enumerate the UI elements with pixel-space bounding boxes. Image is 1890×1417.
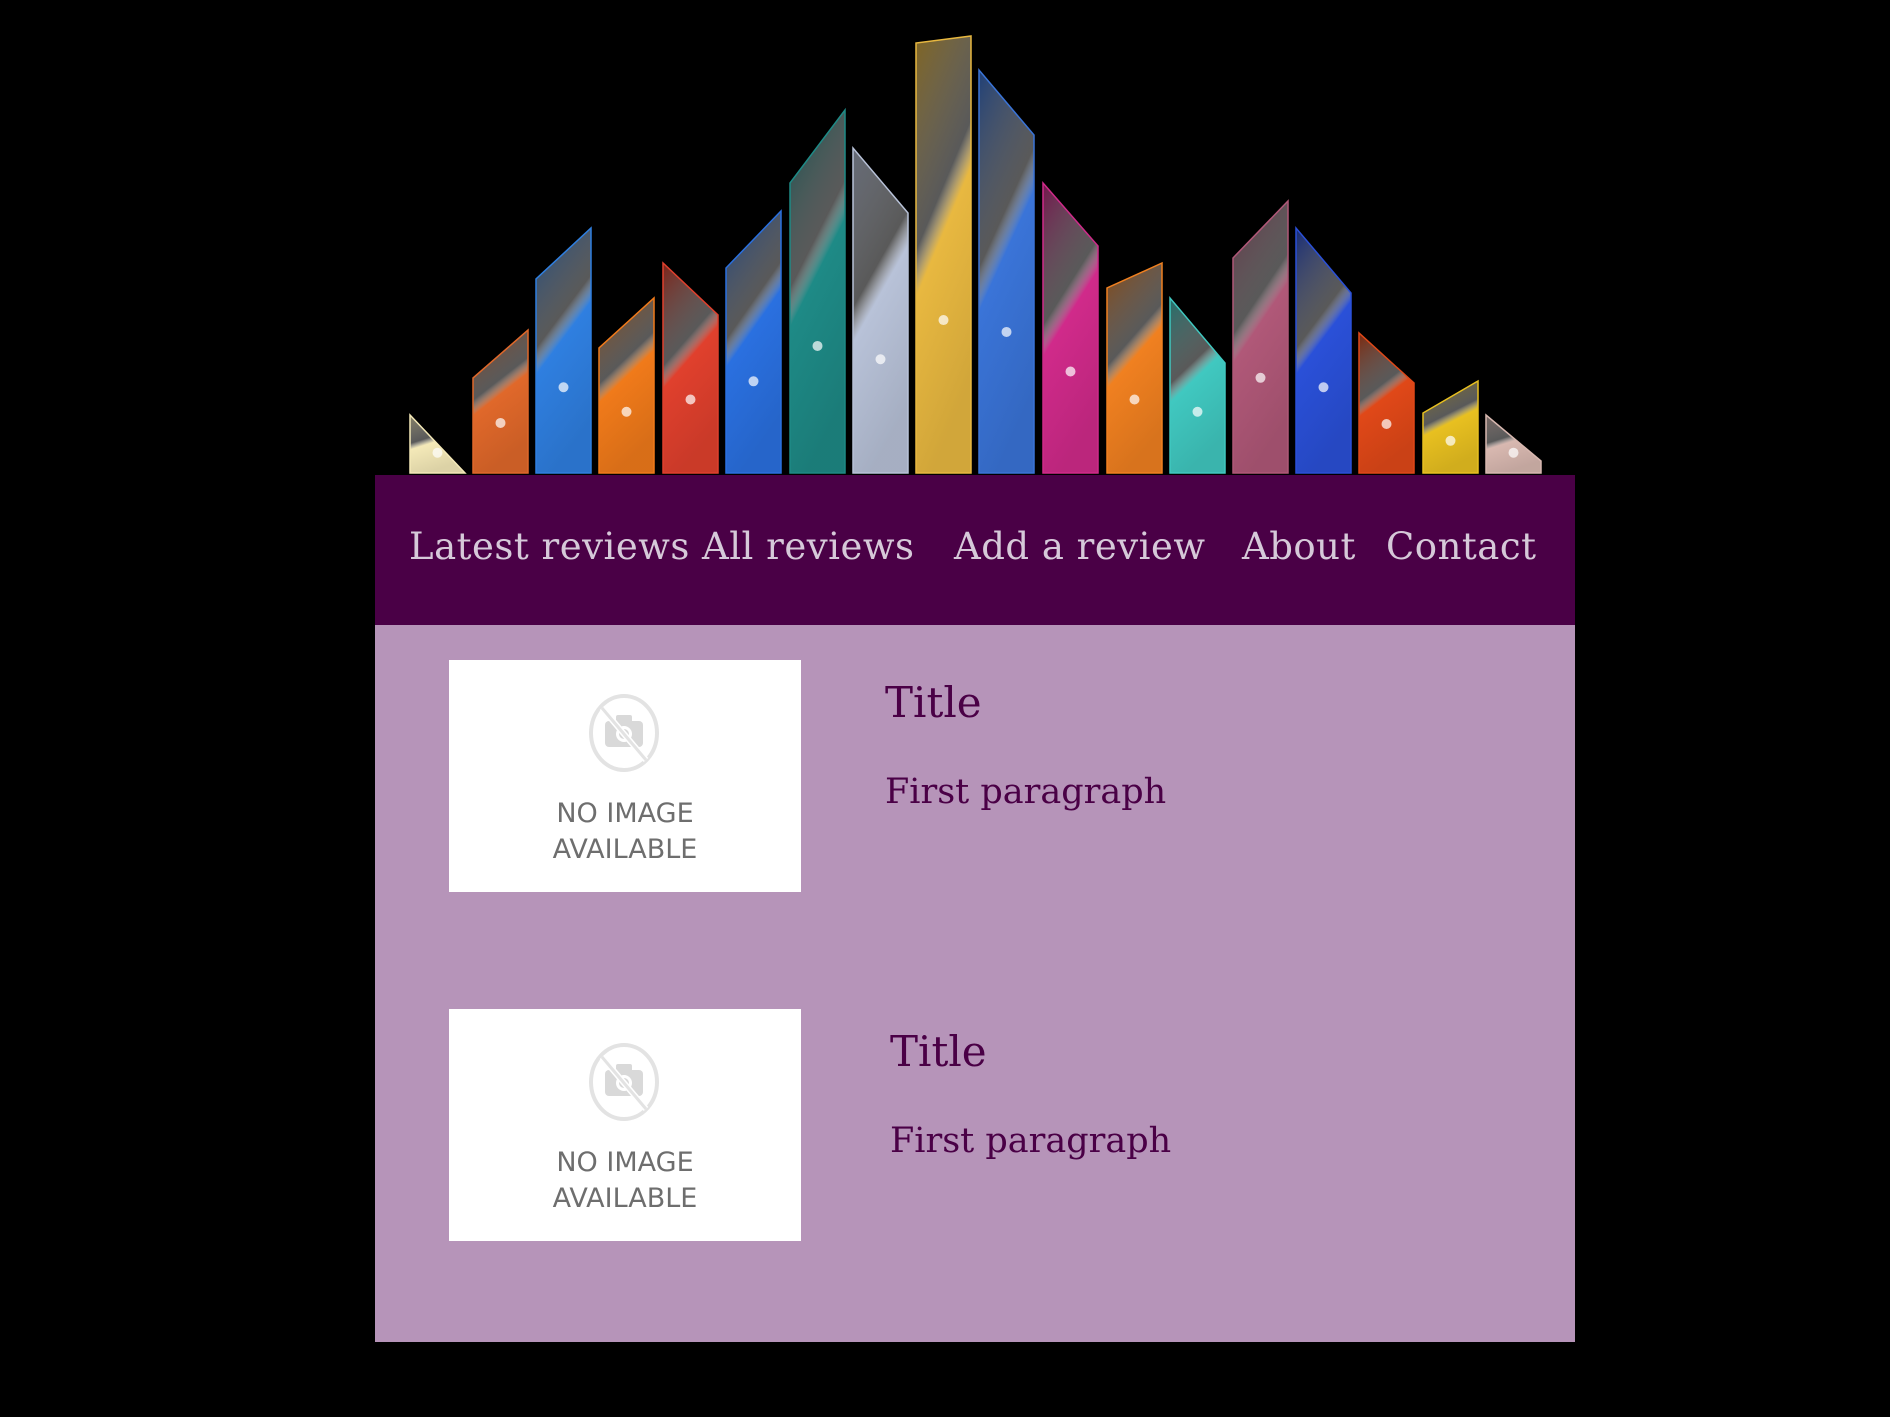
review-title[interactable]: Title [890, 1027, 987, 1076]
crystal-shard [852, 145, 909, 474]
crystal-shard [789, 107, 846, 474]
crystal-shard [1422, 379, 1479, 474]
crystal-shard [1169, 295, 1226, 474]
crystal-glow [621, 406, 632, 417]
review-title[interactable]: Title [885, 678, 982, 727]
crystal-glow [748, 376, 759, 387]
main-nav: Latest reviews All reviews Add a review … [375, 475, 1575, 625]
nav-all-reviews[interactable]: All reviews [702, 525, 915, 568]
crystal-shard [1042, 181, 1099, 474]
no-image-text: NO IMAGE AVAILABLE [552, 798, 698, 865]
nav-add-review[interactable]: Add a review [954, 525, 1206, 568]
crystal-shard [1232, 199, 1289, 474]
nav-about[interactable]: About [1242, 525, 1356, 568]
crystal-glow [1381, 419, 1392, 429]
crystal-shard [915, 35, 972, 474]
nav-latest-reviews[interactable]: Latest reviews [409, 525, 690, 568]
reviews-list: NO IMAGE AVAILABLE Title First paragraph… [375, 625, 1575, 1342]
review-image-placeholder: NO IMAGE AVAILABLE [449, 660, 801, 892]
crystal-glow [685, 394, 696, 405]
crystal-shard [662, 261, 719, 474]
crystal-shard [535, 226, 592, 474]
review-card: NO IMAGE AVAILABLE Title First paragraph [375, 1009, 1575, 1249]
no-camera-icon [589, 694, 659, 772]
no-camera-icon [589, 1043, 659, 1121]
crystal-glow [1508, 447, 1519, 458]
crystal-glow [558, 382, 569, 393]
crystal-glow [432, 447, 443, 458]
crystal-glow [1445, 435, 1456, 446]
crystal-glow [812, 340, 823, 351]
crystal-glow [1065, 366, 1076, 377]
crystal-shard [1295, 225, 1352, 474]
cosmic-banner-image [375, 0, 1575, 475]
crystal-glow [1192, 406, 1203, 417]
crystal-glow [1255, 372, 1266, 383]
crystal-glow [938, 315, 949, 326]
crystal-shard [1106, 261, 1163, 474]
review-paragraph: First paragraph [890, 1121, 1172, 1161]
review-image-placeholder: NO IMAGE AVAILABLE [449, 1009, 801, 1241]
review-paragraph: First paragraph [885, 772, 1167, 812]
crystal-glow [875, 354, 886, 365]
crystal-glow [1001, 326, 1012, 337]
no-image-text: NO IMAGE AVAILABLE [552, 1147, 698, 1214]
crystal-shard [1485, 413, 1542, 474]
cosmic-crystals-banner-icon [409, 35, 1542, 474]
crystal-shard [725, 209, 782, 474]
crystal-glow [495, 417, 506, 428]
crystal-shard [472, 328, 529, 474]
crystal-shard [1358, 331, 1415, 474]
review-card: NO IMAGE AVAILABLE Title First paragraph [375, 660, 1575, 900]
crystal-shard [409, 413, 467, 474]
crystal-shard [978, 67, 1035, 474]
crystal-glow [1129, 394, 1140, 405]
crystal-shard [598, 296, 655, 474]
nav-contact[interactable]: Contact [1386, 525, 1536, 568]
crystal-glow [1318, 382, 1329, 393]
